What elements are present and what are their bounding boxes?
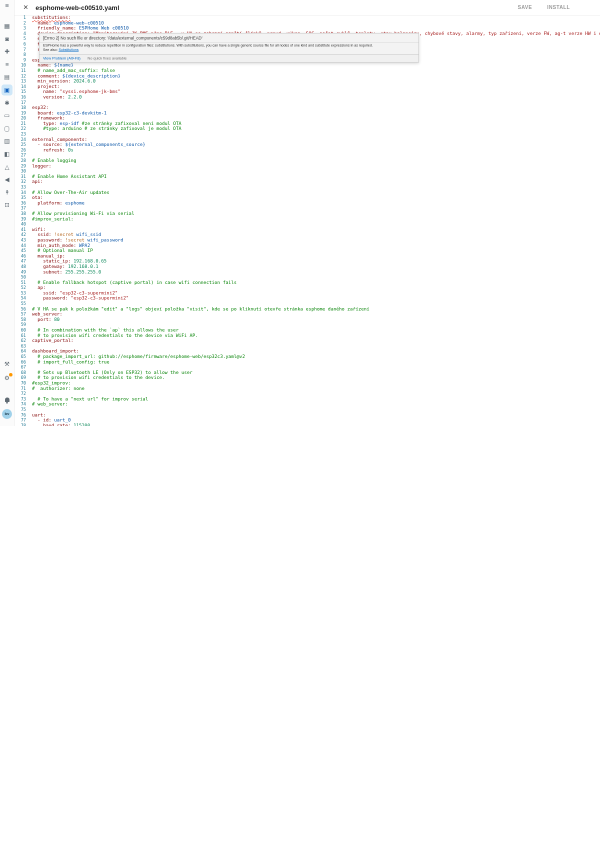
sidebar-item-statistics[interactable]: ▥ — [0, 135, 14, 147]
editor-header: ✕ esphome-web-c00510.yaml SAVE INSTALL — [14, 0, 600, 16]
substitutions-doc-link[interactable]: Substitutions — [59, 49, 79, 53]
notifications-bell-icon — [5, 398, 10, 403]
update-notification-badge — [9, 373, 13, 377]
app-root: ≡ ▦◙✚≡▤▣✱▭▢▥◧△◀↟⊡ ⚒ ⚙ bv ✕ esphome-web-c… — [0, 0, 600, 426]
sidebar-item-history[interactable]: ▤ — [0, 71, 14, 83]
sidebar-item-media[interactable]: ▭ — [0, 110, 14, 122]
tooltip-description: ESPHome has a powerful way to reduce rep… — [40, 43, 419, 49]
code-lines: 1substitutions:2 name: esphome-web-c0051… — [14, 16, 600, 427]
sidebar-item-esphome[interactable]: ▣ — [0, 84, 14, 96]
sidebar-item-settings[interactable]: ⚙ — [0, 372, 14, 384]
sidebar-item-terminal[interactable]: ▢ — [0, 122, 14, 134]
sidebar-item-tools[interactable]: ✱ — [0, 97, 14, 109]
see-also-label: See also: — [43, 49, 59, 53]
sidebar-item-signal[interactable]: ↟ — [0, 186, 14, 198]
tooltip-error-message: [Errno 2] No such file or directory: '/d… — [40, 34, 419, 43]
hover-tooltip: [Errno 2] No such file or directory: '/d… — [39, 33, 419, 63]
sidebar-item-notifications[interactable] — [0, 394, 14, 406]
sidebar-item-overview[interactable]: ▦ — [0, 20, 14, 32]
install-button[interactable]: INSTALL — [547, 5, 570, 11]
sidebar-item-announce[interactable]: ◀ — [0, 174, 14, 186]
sidebar-item-console[interactable]: ⊡ — [0, 199, 14, 211]
save-button[interactable]: SAVE — [518, 5, 532, 11]
sidebar: ≡ ▦◙✚≡▤▣✱▭▢▥◧△◀↟⊡ ⚒ ⚙ bv — [0, 0, 15, 426]
tooltip-status-bar: View Problem (Alt+F8) No quick fixes ava… — [40, 54, 419, 62]
file-tab-title: esphome-web-c00510.yaml — [35, 4, 119, 12]
sidebar-item-integrations[interactable]: △ — [0, 161, 14, 173]
sidebar-item-add[interactable]: ✚ — [0, 46, 14, 58]
yaml-editor[interactable]: 1substitutions:2 name: esphome-web-c0051… — [14, 16, 600, 427]
close-icon[interactable]: ✕ — [23, 0, 28, 15]
user-avatar[interactable]: bv — [2, 409, 12, 419]
sidebar-item-updates[interactable]: ◙ — [0, 33, 14, 45]
menu-hamburger-icon[interactable]: ≡ — [0, 2, 14, 9]
no-quick-fixes-label: No quick fixes available — [88, 56, 127, 61]
sidebar-item-developer-tools[interactable]: ⚒ — [0, 358, 14, 370]
view-problem-link[interactable]: View Problem (Alt+F8) — [43, 56, 81, 61]
sidebar-item-logbook[interactable]: ≡ — [0, 58, 14, 70]
sidebar-item-cards[interactable]: ◧ — [0, 148, 14, 160]
